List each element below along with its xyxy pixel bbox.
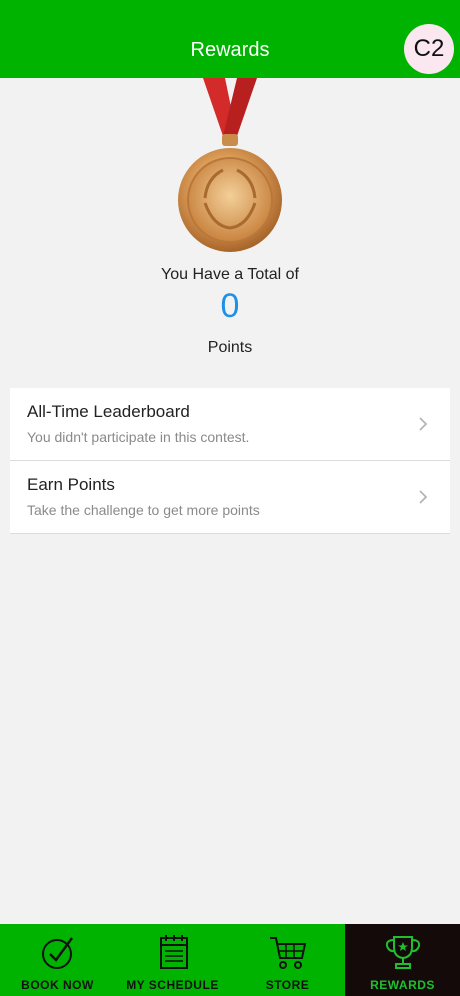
calendar-icon <box>159 935 188 969</box>
tab-rewards[interactable]: REWARDS <box>345 924 460 996</box>
rewards-list: All-Time Leaderboard You didn't particip… <box>10 388 450 534</box>
page-title: Rewards <box>190 39 270 61</box>
medal-icon <box>165 78 295 263</box>
tab-label: BOOK NOW <box>21 978 94 992</box>
tab-my-schedule[interactable]: MY SCHEDULE <box>115 924 230 996</box>
cart-icon <box>269 937 306 969</box>
tab-label: STORE <box>265 978 310 992</box>
tab-book-now[interactable]: BOOK NOW <box>0 924 115 996</box>
leaderboard-row[interactable]: All-Time Leaderboard You didn't particip… <box>10 388 450 461</box>
list-item-subtitle: Take the challenge to get more points <box>27 502 260 518</box>
trophy-icon <box>385 936 420 969</box>
tab-label: MY SCHEDULE <box>126 978 219 992</box>
total-label: You Have a Total of <box>161 266 299 283</box>
points-label: Points <box>207 339 253 356</box>
points-value: 0 <box>220 287 240 325</box>
tab-store[interactable]: STORE <box>230 924 345 996</box>
list-item-subtitle: You didn't participate in this contest. <box>27 429 250 445</box>
list-item-title: All-Time Leaderboard <box>27 402 190 421</box>
tab-label: REWARDS <box>370 978 435 992</box>
list-item-title: Earn Points <box>27 475 115 494</box>
bottom-tab-bar: BOOK NOW MY SCHEDULE STORE REWARDS <box>0 924 460 996</box>
avatar[interactable]: C2 <box>404 24 454 74</box>
chevron-right-icon <box>419 417 428 431</box>
earn-points-row[interactable]: Earn Points Take the challenge to get mo… <box>10 461 450 534</box>
chevron-right-icon <box>419 490 428 504</box>
check-circle-icon <box>41 937 73 969</box>
app-header: Rewards C2 <box>0 0 460 78</box>
